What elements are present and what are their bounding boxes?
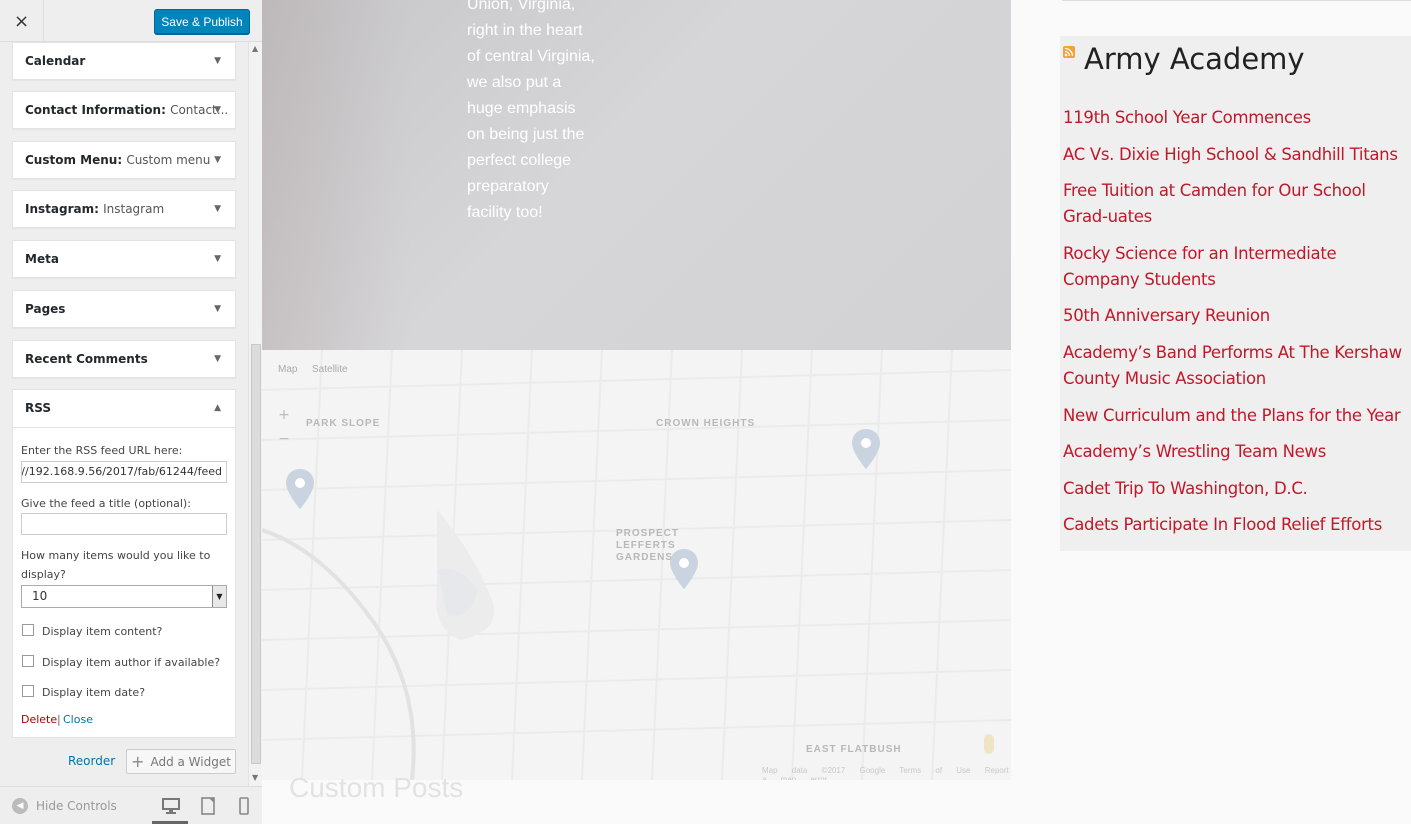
rss-feed-title[interactable]: Army Academy: [1084, 42, 1305, 76]
scroll-up-icon[interactable]: ▲: [252, 44, 258, 53]
tablet-icon[interactable]: [199, 797, 217, 815]
rss-widget-header[interactable]: RSS ▲: [13, 390, 235, 428]
expand-arrow-icon[interactable]: ▼: [214, 241, 221, 277]
expand-arrow-icon[interactable]: ▼: [214, 341, 221, 377]
desktop-icon[interactable]: [162, 797, 180, 815]
display-content-checkbox[interactable]: [22, 624, 34, 636]
hero-banner: Union, Virginia, right in the heart of c…: [262, 0, 1011, 350]
display-author-checkbox[interactable]: [22, 655, 34, 667]
expand-arrow-icon[interactable]: ▼: [214, 142, 221, 178]
rss-url-input[interactable]: http://192.168.9.56/2017/fab/61244/feed: [21, 461, 227, 483]
customizer-sidebar: × Save & Publish ▲ ▼ Calendar ▼ Contact …: [0, 0, 262, 824]
feed-title-label: Give the feed a title (optional):: [21, 497, 191, 510]
map-label: CROWN HEIGHTS: [656, 418, 756, 429]
hide-controls-button[interactable]: ◀ Hide Controls: [12, 787, 117, 824]
widget-title: Recent Comments: [25, 352, 148, 366]
divider: [1062, 0, 1411, 1]
rss-feed-item[interactable]: New Curriculum and the Plans for the Yea…: [1063, 403, 1411, 429]
map-pin-icon[interactable]: [285, 469, 315, 509]
collapse-arrow-icon[interactable]: ▲: [214, 390, 221, 426]
rss-feed-list: 119th School Year Commences AC Vs. Dixie…: [1063, 105, 1411, 549]
map-type-map-button[interactable]: Map: [278, 364, 297, 375]
display-date-label: Display item date?: [42, 686, 146, 699]
widget-calendar[interactable]: Calendar ▼: [12, 42, 236, 80]
expand-arrow-icon[interactable]: ▼: [214, 191, 221, 227]
zoom-in-button[interactable]: +: [276, 406, 292, 424]
scrollbar-thumb[interactable]: [251, 344, 261, 764]
widget-instagram[interactable]: Instagram: Instagram ▼: [12, 190, 236, 228]
custom-posts-heading: Custom Posts: [289, 772, 464, 803]
widget-rss: RSS ▲ Enter the RSS feed URL here: http:…: [12, 389, 236, 738]
rss-url-label: Enter the RSS feed URL here:: [21, 444, 183, 457]
street-view-pegman-icon[interactable]: [984, 734, 994, 754]
rss-feed-item[interactable]: AC Vs. Dixie High School & Sandhill Tita…: [1063, 142, 1411, 168]
expand-arrow-icon[interactable]: ▼: [214, 92, 221, 128]
display-author-label: Display item author if available?: [42, 656, 221, 669]
close-customizer-button[interactable]: ×: [0, 0, 44, 42]
widget-recent-comments[interactable]: Recent Comments ▼: [12, 340, 236, 378]
widget-title: Instagram:: [25, 202, 99, 216]
rss-feed-item[interactable]: 50th Anniversary Reunion: [1063, 303, 1411, 329]
widget-pages[interactable]: Pages ▼: [12, 290, 236, 328]
arrow-left-icon: ◀: [12, 798, 28, 814]
items-count-value: 10: [32, 589, 48, 603]
widget-title: Contact Information:: [25, 103, 166, 117]
map-type-satellite-button[interactable]: Satellite: [312, 364, 348, 375]
rss-feed-item[interactable]: Free Tuition at Camden for Our School Gr…: [1063, 178, 1411, 230]
add-widget-label: Add a Widget: [150, 754, 231, 769]
hero-text: Union, Virginia, right in the heart of c…: [467, 0, 595, 221]
rss-feed-item[interactable]: Cadet Trip To Washington, D.C.: [1063, 476, 1411, 502]
feed-title-input[interactable]: [21, 513, 227, 535]
rss-feed-item[interactable]: Rocky Science for an Intermediate Compan…: [1063, 241, 1411, 293]
site-preview: Union, Virginia, right in the heart of c…: [262, 0, 1411, 824]
map-attribution: Map data ©2017 Google Terms of Use Repor…: [762, 766, 1009, 780]
save-publish-button[interactable]: Save & Publish: [154, 9, 250, 34]
display-content-label: Display item content?: [42, 625, 163, 638]
widget-title: Calendar: [25, 54, 86, 68]
plus-icon: +: [131, 752, 145, 771]
rss-icon[interactable]: [1063, 46, 1075, 58]
link-separator: |: [57, 713, 61, 726]
reorder-link[interactable]: Reorder: [68, 754, 115, 768]
rss-feed-item[interactable]: Academy’s Wrestling Team News: [1063, 439, 1411, 465]
hide-controls-label: Hide Controls: [36, 799, 117, 813]
expand-arrow-icon[interactable]: ▼: [214, 291, 221, 327]
rss-feed-item[interactable]: Academy’s Band Performs At The Kershaw C…: [1063, 340, 1411, 392]
scroll-down-icon[interactable]: ▼: [252, 773, 258, 782]
widget-custom-menu[interactable]: Custom Menu: Custom menu ▼: [12, 141, 236, 179]
zoom-out-button[interactable]: −: [276, 430, 292, 448]
delete-widget-link[interactable]: Delete: [21, 713, 57, 726]
mobile-icon[interactable]: [235, 797, 253, 815]
hero-image-shade: [262, 0, 412, 350]
widget-contact-information[interactable]: Contact Information: Contact... ▼: [12, 91, 236, 129]
customizer-header: × Save & Publish: [0, 0, 262, 42]
widget-meta[interactable]: Meta ▼: [12, 240, 236, 278]
widget-title: Meta: [25, 252, 59, 266]
widget-subtitle: Custom menu: [126, 153, 211, 167]
google-map[interactable]: Map Satellite + − PARK SLOPE CROWN HEIGH…: [262, 350, 1011, 780]
rss-feed-item[interactable]: Cadets Participate In Flood Relief Effor…: [1063, 512, 1411, 538]
widget-title: RSS: [25, 401, 51, 415]
widget-subtitle: Instagram: [103, 202, 165, 216]
dropdown-arrow-icon[interactable]: ▼: [212, 586, 226, 607]
items-count-select[interactable]: 10 ▼: [21, 585, 227, 608]
close-widget-link[interactable]: Close: [63, 713, 93, 726]
expand-arrow-icon[interactable]: ▼: [214, 43, 221, 79]
rss-feed-widget: Army Academy 119th School Year Commences…: [1060, 36, 1411, 551]
map-streets: [262, 350, 1011, 780]
map-label: PARK SLOPE: [306, 418, 381, 429]
widget-title: Custom Menu:: [25, 153, 123, 167]
add-widget-button[interactable]: + Add a Widget: [126, 749, 236, 774]
customizer-footer: ◀ Hide Controls: [0, 786, 262, 824]
items-count-label: How many items would you like to display…: [21, 549, 211, 581]
map-pin-icon[interactable]: [669, 549, 699, 589]
map-pin-icon[interactable]: [851, 429, 881, 469]
widget-title: Pages: [25, 302, 66, 316]
sidebar-scrollbar[interactable]: ▲ ▼: [248, 42, 262, 786]
rss-feed-item[interactable]: 119th School Year Commences: [1063, 105, 1411, 131]
map-label: EAST FLATBUSH: [806, 744, 902, 755]
display-date-checkbox[interactable]: [22, 685, 34, 697]
